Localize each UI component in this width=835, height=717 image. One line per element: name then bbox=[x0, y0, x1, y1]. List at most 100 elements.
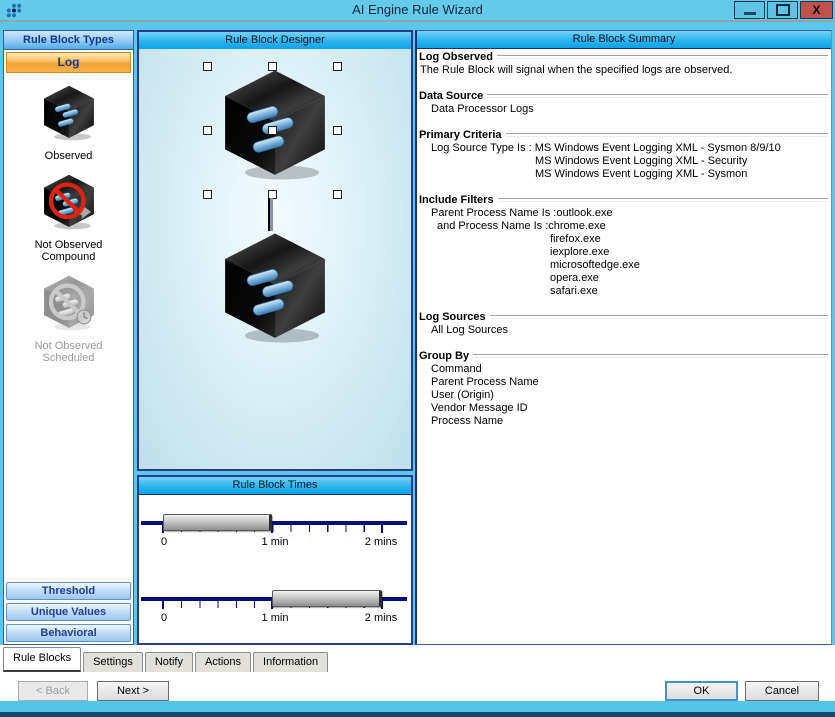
tab-notify[interactable]: Notify bbox=[145, 652, 193, 672]
rule-block-cube-1[interactable] bbox=[217, 67, 333, 183]
section-heading: Primary Criteria bbox=[419, 129, 502, 142]
heading-rule bbox=[498, 198, 828, 202]
summary-line: Data Processor Logs bbox=[419, 103, 829, 116]
section-heading: Group By bbox=[419, 350, 469, 363]
section-heading: Data Source bbox=[419, 90, 483, 103]
summary-line: opera.exe bbox=[419, 272, 829, 285]
heading-rule bbox=[490, 315, 828, 319]
rule-type-not-observed-compound[interactable]: Not Observed Compound bbox=[4, 173, 133, 263]
heading-rule bbox=[487, 94, 828, 98]
section-heading: Log Observed bbox=[419, 51, 493, 64]
selection-handle[interactable] bbox=[203, 190, 212, 199]
rule-block-types-header: Rule Block Types bbox=[4, 31, 133, 50]
minimize-button[interactable] bbox=[734, 1, 765, 19]
block-connector-line bbox=[268, 198, 273, 231]
rule-block-summary-panel: Rule Block Summary Log Observed The Rule… bbox=[415, 30, 832, 645]
summary-line: User (Origin) bbox=[419, 389, 829, 402]
window-frame-edge bbox=[0, 712, 835, 717]
summary-section-include-filters: Include Filters Parent Process Name Is :… bbox=[419, 193, 829, 298]
section-heading: Log Sources bbox=[419, 311, 486, 324]
section-heading: Include Filters bbox=[419, 194, 494, 207]
window-title: AI Engine Rule Wizard bbox=[0, 0, 835, 20]
ok-button[interactable]: OK bbox=[665, 681, 738, 701]
rule-block-times-header: Rule Block Times bbox=[139, 477, 411, 495]
summary-line: iexplore.exe bbox=[419, 246, 829, 259]
titlebar: AI Engine Rule Wizard X bbox=[0, 0, 835, 22]
summary-line: Command bbox=[419, 363, 829, 376]
ai-engine-rule-wizard-window: AI Engine Rule Wizard X Rule Block Types… bbox=[0, 0, 835, 717]
summary-line: Parent Process Name Is :outlook.exe bbox=[419, 207, 829, 220]
selection-handle[interactable] bbox=[268, 126, 277, 135]
log-category-button[interactable]: Log bbox=[6, 52, 131, 73]
summary-line: Log Source Type Is : MS Windows Event Lo… bbox=[419, 142, 829, 155]
selection-handle[interactable] bbox=[333, 126, 342, 135]
minimize-icon bbox=[744, 12, 756, 15]
tab-rule-blocks[interactable]: Rule Blocks bbox=[3, 647, 81, 672]
selection-handle[interactable] bbox=[333, 190, 342, 199]
close-icon: X bbox=[812, 3, 820, 17]
cancel-button[interactable]: Cancel bbox=[745, 681, 819, 701]
summary-line: safari.exe bbox=[419, 285, 829, 298]
summary-section-primary-criteria: Primary Criteria Log Source Type Is : MS… bbox=[419, 128, 829, 181]
heading-rule bbox=[506, 133, 828, 137]
selection-handle[interactable] bbox=[203, 62, 212, 71]
rule-block-cube-2[interactable] bbox=[217, 230, 333, 346]
rule-type-label: Observed bbox=[4, 150, 133, 162]
tab-settings[interactable]: Settings bbox=[83, 652, 143, 672]
tab-actions[interactable]: Actions bbox=[195, 652, 251, 672]
rule-block-summary-header: Rule Block Summary bbox=[417, 31, 831, 49]
slider-label: 2 mins bbox=[365, 536, 397, 548]
rule-type-observed[interactable]: Observed bbox=[4, 84, 133, 162]
time-range-slider-2[interactable] bbox=[272, 590, 382, 607]
selection-handle[interactable] bbox=[333, 62, 342, 71]
heading-rule bbox=[497, 55, 828, 59]
slider-major-tick bbox=[162, 597, 164, 609]
summary-section-data-source: Data Source Data Processor Logs bbox=[419, 89, 829, 116]
rule-block-times-panel: Rule Block Times 0 1 min 2 mins 0 1 min … bbox=[137, 475, 413, 645]
rule-type-not-observed-scheduled: Not Observed Scheduled bbox=[4, 274, 133, 364]
close-button[interactable]: X bbox=[800, 1, 833, 19]
slider-major-tick bbox=[381, 521, 383, 533]
next-button[interactable]: Next > bbox=[97, 681, 169, 701]
maximize-button[interactable] bbox=[767, 1, 798, 19]
summary-line: The Rule Block will signal when the spec… bbox=[419, 64, 829, 77]
summary-line: microsoftedge.exe bbox=[419, 259, 829, 272]
maximize-icon bbox=[776, 4, 790, 16]
behavioral-category-button[interactable]: Behavioral bbox=[6, 624, 131, 642]
slider-label: 1 min bbox=[262, 536, 289, 548]
bottom-bar: Rule Blocks Settings Notify Actions Info… bbox=[0, 645, 835, 701]
designer-canvas[interactable] bbox=[139, 49, 411, 469]
summary-line: MS Windows Event Logging XML - Security bbox=[419, 155, 829, 168]
summary-section-group-by: Group By Command Parent Process Name Use… bbox=[419, 349, 829, 428]
window-frame-bottom bbox=[0, 701, 835, 712]
summary-line: Vendor Message ID bbox=[419, 402, 829, 415]
time-range-slider-1[interactable] bbox=[163, 514, 272, 531]
rule-block-designer-header: Rule Block Designer bbox=[139, 32, 411, 50]
slider-label: 1 min bbox=[262, 612, 289, 624]
not-observed-compound-icon bbox=[40, 173, 98, 231]
summary-section-log-observed: Log Observed The Rule Block will signal … bbox=[419, 50, 829, 77]
selection-handle[interactable] bbox=[203, 126, 212, 135]
summary-line: Parent Process Name bbox=[419, 376, 829, 389]
rule-type-label: Not Observed Scheduled bbox=[4, 340, 133, 364]
rule-block-types-panel: Rule Block Types Log Observed Not Observ… bbox=[3, 30, 134, 645]
observed-cube-icon bbox=[40, 84, 98, 142]
heading-rule bbox=[473, 354, 828, 358]
rule-block-designer-panel: Rule Block Designer bbox=[137, 30, 413, 471]
threshold-category-button[interactable]: Threshold bbox=[6, 582, 131, 600]
slider-label: 0 bbox=[161, 612, 167, 624]
summary-section-log-sources: Log Sources All Log Sources bbox=[419, 310, 829, 337]
slider-label: 2 mins bbox=[365, 612, 397, 624]
slider-label: 0 bbox=[161, 536, 167, 548]
summary-line: Process Name bbox=[419, 415, 829, 428]
summary-line: and Process Name Is :chrome.exe bbox=[419, 220, 829, 233]
wizard-tabs: Rule Blocks Settings Notify Actions Info… bbox=[3, 647, 330, 672]
summary-line: firefox.exe bbox=[419, 233, 829, 246]
summary-line: All Log Sources bbox=[419, 324, 829, 337]
back-button[interactable]: < Back bbox=[18, 681, 88, 701]
not-observed-scheduled-icon bbox=[40, 274, 98, 332]
tab-information[interactable]: Information bbox=[253, 652, 328, 672]
unique-values-category-button[interactable]: Unique Values bbox=[6, 603, 131, 621]
summary-line: MS Windows Event Logging XML - Sysmon bbox=[419, 168, 829, 181]
rule-type-label: Not Observed Compound bbox=[4, 239, 133, 263]
